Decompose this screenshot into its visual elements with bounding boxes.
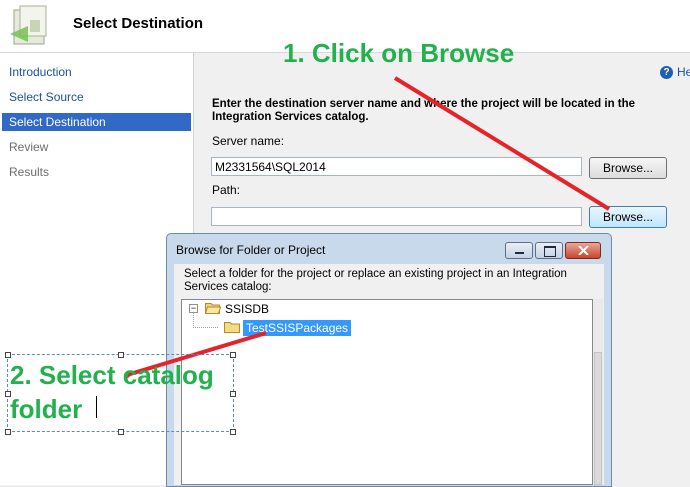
annotation-step-1: 1. Click on Browse: [283, 38, 515, 68]
text-caret: [96, 396, 97, 418]
resize-handle[interactable]: [230, 429, 236, 435]
annotation-step-2[interactable]: 2. Select catalog folder: [10, 358, 240, 426]
resize-handle[interactable]: [118, 429, 124, 435]
annotation-arrow-1: [393, 76, 611, 211]
resize-handle[interactable]: [5, 429, 11, 435]
